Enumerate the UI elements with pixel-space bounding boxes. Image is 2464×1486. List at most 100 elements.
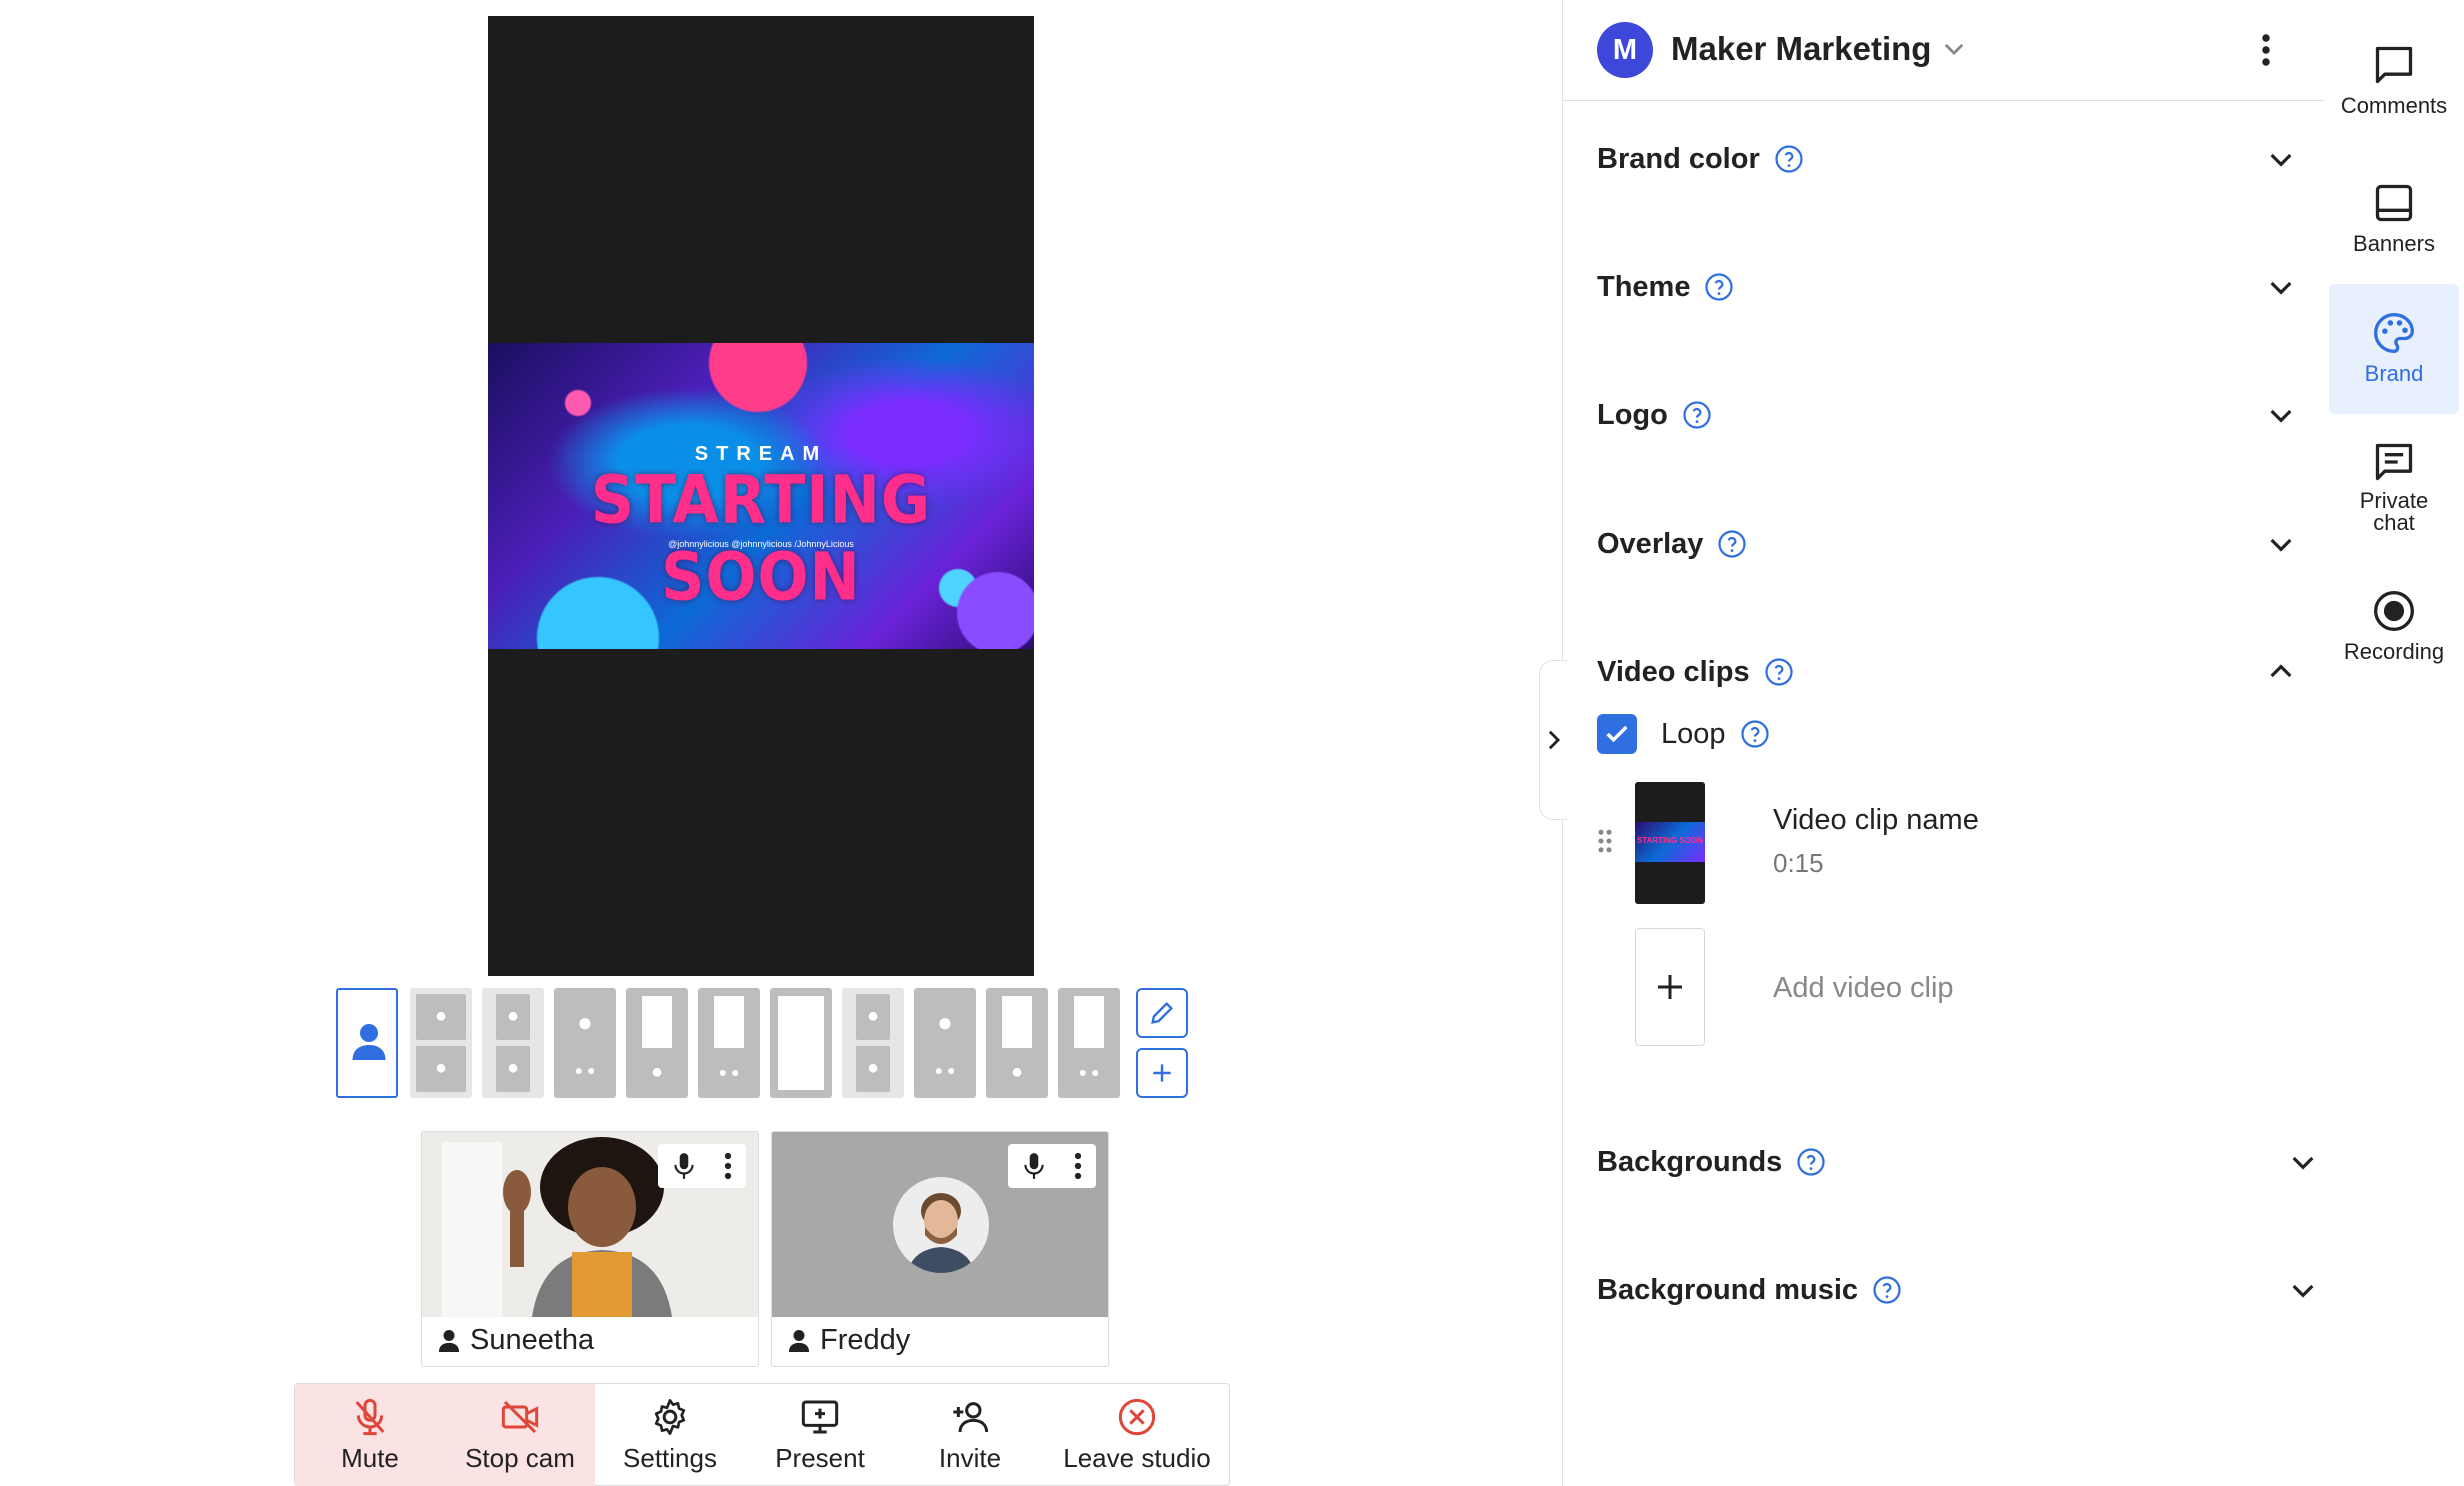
- starting-soon-banner: STREAM STARTING SOON @johnnylicious @joh…: [488, 343, 1034, 649]
- help-icon[interactable]: [1764, 657, 1794, 687]
- more-vertical-icon[interactable]: [2260, 32, 2272, 68]
- settings-button[interactable]: Settings: [595, 1384, 745, 1486]
- layout-side-stacked[interactable]: ● ●: [842, 988, 904, 1098]
- add-layout-button[interactable]: [1136, 1048, 1188, 1098]
- help-icon[interactable]: [1704, 272, 1734, 302]
- add-video-clip-label[interactable]: Add video clip: [1773, 972, 1954, 1005]
- participant-name: Freddy: [820, 1324, 911, 1356]
- sidebar-item-recording[interactable]: Recording: [2329, 562, 2459, 692]
- brand-name[interactable]: Maker Marketing: [1671, 30, 1931, 68]
- participant-name-row: Suneetha: [422, 1315, 758, 1366]
- layout-two-stacked-small[interactable]: ● ●: [482, 988, 544, 1098]
- invite-label: Invite: [938, 1443, 1002, 1473]
- help-icon[interactable]: [1796, 1147, 1826, 1177]
- microphone-icon[interactable]: [671, 1151, 697, 1181]
- person-icon: ●: [506, 1005, 520, 1027]
- layout-group[interactable]: ● ● ●: [554, 988, 616, 1098]
- chevron-down-icon: [2270, 153, 2292, 167]
- layout-screen-solo[interactable]: ●: [986, 988, 1048, 1098]
- drag-handle-icon[interactable]: [1597, 828, 1613, 854]
- studio-control-bar: Mute Stop cam Settings Present Invite Le…: [294, 1383, 1230, 1486]
- section-logo[interactable]: Logo: [1597, 385, 2297, 445]
- present-button[interactable]: Present: [745, 1384, 895, 1486]
- participant-tile-freddy[interactable]: Freddy: [771, 1131, 1109, 1367]
- help-icon[interactable]: [1740, 719, 1770, 749]
- leave-studio-button[interactable]: Leave studio: [1045, 1384, 1229, 1486]
- layout-screen-group[interactable]: ● ●: [1058, 988, 1120, 1098]
- chat-icon: [2375, 443, 2413, 481]
- person-icon: ●: [866, 1005, 880, 1027]
- person-icon: [438, 1329, 460, 1352]
- help-icon[interactable]: [1774, 144, 1804, 174]
- layout-portrait-group[interactable]: ● ●: [698, 988, 760, 1098]
- sidebar-item-banners[interactable]: Banners: [2329, 154, 2459, 284]
- layout-solo[interactable]: [336, 988, 398, 1098]
- help-icon[interactable]: [1682, 400, 1712, 430]
- people-icon: ● ●: [1078, 1064, 1100, 1080]
- pencil-icon: [1151, 1002, 1173, 1024]
- section-title: Brand color: [1597, 142, 1760, 175]
- section-background-music[interactable]: Background music: [1597, 1260, 2319, 1320]
- sidebar-item-private-chat[interactable]: Private chat: [2329, 422, 2459, 552]
- gear-icon: [654, 1399, 686, 1435]
- person-icon: [788, 1329, 810, 1352]
- sidebar-item-label: Brand: [2364, 361, 2424, 386]
- settings-label: Settings: [623, 1443, 717, 1473]
- thumbnail-text: STARTING SOON: [1636, 836, 1704, 845]
- add-video-clip-button[interactable]: [1635, 928, 1705, 1046]
- participant-controls: [658, 1144, 746, 1188]
- chevron-down-icon: [2270, 538, 2292, 552]
- section-backgrounds[interactable]: Backgrounds: [1597, 1132, 2319, 1192]
- sidebar-item-brand[interactable]: Brand: [2329, 284, 2459, 414]
- person-icon: ●: [650, 1061, 664, 1083]
- chevron-right-icon: [1548, 730, 1560, 750]
- layout-two-stacked[interactable]: ● ●: [410, 988, 472, 1098]
- avatar: [893, 1177, 989, 1273]
- layout-portrait-solo[interactable]: ●: [626, 988, 688, 1098]
- video-clip-thumbnail: STARTING SOON: [1635, 782, 1705, 904]
- record-icon: [2374, 591, 2414, 631]
- mute-button[interactable]: Mute: [295, 1384, 445, 1486]
- edit-layout-button[interactable]: [1136, 988, 1188, 1038]
- section-overlay[interactable]: Overlay: [1597, 514, 2297, 574]
- loop-label: Loop: [1661, 717, 1726, 750]
- microphone-off-icon: [355, 1398, 385, 1436]
- participant-tile-suneetha[interactable]: Suneetha: [421, 1131, 759, 1367]
- present-label: Present: [775, 1443, 865, 1473]
- stop-cam-button[interactable]: Stop cam: [445, 1384, 595, 1486]
- stage-preview: STREAM STARTING SOON @johnnylicious @joh…: [488, 16, 1034, 976]
- video-clip-item[interactable]: STARTING SOON Video clip name 0:15: [1597, 782, 2197, 906]
- more-vertical-icon[interactable]: [1073, 1151, 1083, 1181]
- video-clip-name: Video clip name: [1773, 804, 1979, 836]
- loop-option: Loop: [1597, 712, 1770, 756]
- sidebar-item-comments[interactable]: Comments: [2329, 16, 2459, 146]
- participant-name-row: Freddy: [772, 1315, 1108, 1366]
- leave-studio-label: Leave studio: [1063, 1443, 1211, 1473]
- person-icon: ●: [434, 1057, 448, 1079]
- palette-icon: [2374, 313, 2414, 353]
- loop-checkbox[interactable]: [1597, 714, 1637, 754]
- section-title: Background music: [1597, 1273, 1859, 1306]
- sidebar-item-label: Private chat: [2359, 488, 2429, 535]
- help-icon[interactable]: [1872, 1275, 1902, 1305]
- collapse-panel-button[interactable]: [1539, 660, 1567, 820]
- brand-selector-header: M Maker Marketing: [1563, 0, 2326, 101]
- section-brand-color[interactable]: Brand color: [1597, 129, 2297, 189]
- section-theme[interactable]: Theme: [1597, 257, 2297, 317]
- help-icon[interactable]: [1717, 529, 1747, 559]
- more-vertical-icon[interactable]: [723, 1151, 733, 1181]
- people-icon: ● ●: [718, 1064, 740, 1080]
- microphone-icon[interactable]: [1021, 1151, 1047, 1181]
- section-title: Video clips: [1597, 655, 1750, 688]
- layout-fullscreen[interactable]: [770, 988, 832, 1098]
- banner-icon: [2375, 184, 2413, 222]
- chevron-down-icon[interactable]: [1943, 40, 1965, 58]
- checkmark-icon: [1606, 725, 1628, 743]
- section-video-clips[interactable]: Video clips: [1597, 642, 2297, 702]
- invite-button[interactable]: Invite: [895, 1384, 1045, 1486]
- comment-icon: [2375, 46, 2413, 84]
- layout-group-alt[interactable]: ● ● ●: [914, 988, 976, 1098]
- brand-avatar: M: [1597, 22, 1653, 78]
- sidebar-item-label: Comments: [2340, 93, 2448, 118]
- mute-label: Mute: [341, 1443, 399, 1473]
